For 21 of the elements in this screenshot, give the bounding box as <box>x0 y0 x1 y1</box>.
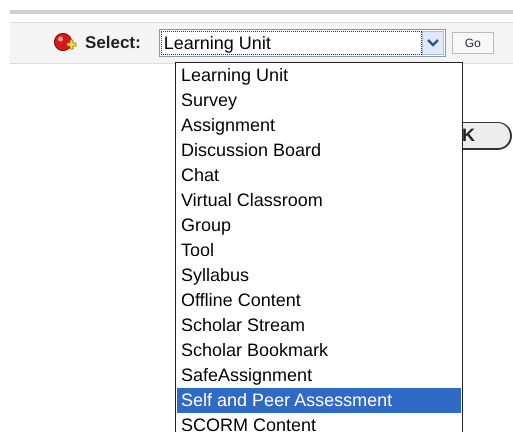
select-label: Select: <box>85 33 141 53</box>
dropdown-option[interactable]: Learning Unit <box>177 63 461 88</box>
dropdown-option[interactable]: Syllabus <box>177 263 461 288</box>
dropdown-option[interactable]: Virtual Classroom <box>177 188 461 213</box>
dropdown-option[interactable]: Assignment <box>177 113 461 138</box>
dropdown-option[interactable]: SCORM Content <box>177 413 461 432</box>
caret-icon <box>426 39 439 47</box>
dropdown-option[interactable]: Scholar Stream <box>177 313 461 338</box>
dropdown-option[interactable]: Self and Peer Assessment <box>177 388 461 413</box>
dropdown-option[interactable]: Chat <box>177 163 461 188</box>
go-button[interactable]: Go <box>452 32 494 54</box>
dropdown-option[interactable]: Discussion Board <box>177 138 461 163</box>
dropdown-option[interactable]: SafeAssignment <box>177 363 461 388</box>
add-icon <box>53 32 77 54</box>
ok-button[interactable]: K <box>462 122 512 150</box>
dropdown-option[interactable]: Offline Content <box>177 288 461 313</box>
dropdown-option[interactable]: Scholar Bookmark <box>177 338 461 363</box>
dropdown-option[interactable]: Survey <box>177 88 461 113</box>
type-dropdown[interactable]: Learning Unit <box>158 29 446 57</box>
dropdown-option[interactable]: Group <box>177 213 461 238</box>
dropdown-option[interactable]: Tool <box>177 238 461 263</box>
